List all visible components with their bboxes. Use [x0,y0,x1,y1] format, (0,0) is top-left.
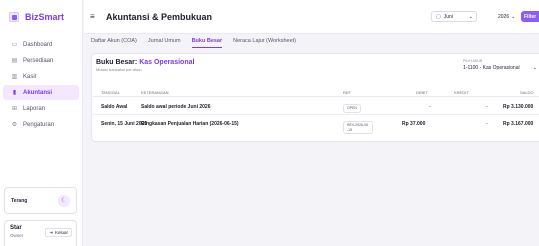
ledger-title: Buku Besar: Kas Operasional [96,59,194,66]
sidebar-item-persediaan[interactable]: ▤ Persediaan [3,53,79,68]
sidebar-item-label: Akuntansi [23,89,53,96]
row-credit: - [486,104,488,110]
column-header-debit: DEBIT [416,90,428,95]
chevron-down-icon: ⌄ [532,65,537,71]
ledger-title-prefix: Buku Besar: [96,59,138,66]
ref-badge: OPEN [343,104,361,113]
row-credit: - [486,121,488,127]
brand[interactable]: BizSmart [0,0,82,34]
table-row: Saldo Awal Saldo awal periode Juni 2026 … [93,98,539,115]
moon-icon[interactable]: ☾ [58,194,70,207]
year-select[interactable]: 2026 ⌄ [498,11,518,22]
user-card: Star Owner ⇥ Keluar [4,220,77,246]
sidebar-item-akuntansi[interactable]: ▮ Akuntansi [3,85,79,100]
sidebar-item-label: Kasir [23,73,37,80]
account-picker-label: PILIH AKUN [463,59,483,63]
row-debit: Rp 37.000 [402,121,426,127]
table-row: Senin, 15 Juni 2026 Ringkasan Penjualan … [93,116,539,136]
tab-journal[interactable]: Jurnal Umum [148,38,181,48]
sidebar-item-dashboard[interactable]: ▭ Dashboard [3,37,79,52]
theme-card: Terang ☾ [4,187,77,214]
ledger-account-name: Kas Operasional [139,59,195,66]
logout-button[interactable]: ⇥ Keluar [45,228,72,237]
sidebar-item-kasir[interactable]: ▥ Kasir [3,69,79,84]
month-value: Juni [443,13,453,20]
theme-label: Terang [11,197,28,204]
page-title: Akuntansi & Pembukuan [106,12,213,22]
logout-label: Keluar [54,230,68,235]
year-value: 2026 [498,13,510,20]
row-description: Ringkasan Penjualan Harian (2026-06-15) [141,121,239,127]
ref-badge: REV-2026-06-15 [343,121,373,134]
brand-name: BizSmart [25,12,65,22]
sidebar-item-label: Dashboard [23,41,53,48]
chart-icon: ⊞ [11,106,18,112]
calendar-icon: ▢ [436,13,441,20]
column-header-description: KETERANGAN [141,90,169,95]
logout-icon: ⇥ [49,229,53,235]
row-debit: - [429,104,431,110]
column-header-ref: REF [343,90,351,95]
dashboard-icon: ▭ [11,42,18,48]
ledger-card: Buku Besar: Kas Operasional Mutasi trans… [91,53,539,142]
sidebar: BizSmart ▭ Dashboard ▤ Persediaan ▥ Kasi… [0,0,83,246]
tab-bar: Daftar Akun (COA) Jurnal Umum Buku Besar… [91,34,296,48]
app-logo-icon [9,12,19,22]
chevron-down-icon: ⌄ [511,13,516,20]
row-balance: Rp 3.130.000 [503,104,534,110]
row-date: Saldo Awal [101,104,128,110]
sidebar-item-label: Pengaturan [23,121,55,128]
table-header: TANGGAL KETERANGAN REF DEBIT KREDIT SALD… [93,87,539,97]
topbar: ≡ Akuntansi & Pembukuan ▢ Juni ⌄ 2026 ⌄ … [84,0,539,34]
sidebar-nav: ▭ Dashboard ▤ Persediaan ▥ Kasir ▮ Akunt… [0,37,82,132]
sidebar-item-pengaturan[interactable]: ⚙ Pengaturan [3,117,79,132]
book-icon: ▮ [12,90,17,96]
menu-icon[interactable]: ≡ [90,13,98,21]
sidebar-item-laporan[interactable]: ⊞ Laporan [3,101,79,116]
tab-coa[interactable]: Daftar Akun (COA) [91,38,137,48]
account-picker-value: 1-1100 - Kas Operasional [463,65,520,71]
gear-icon: ⚙ [11,122,18,128]
ledger-subtitle: Mutasi transaksi per akun [96,67,142,72]
sidebar-item-label: Laporan [23,105,46,112]
column-header-date: TANGGAL [101,90,120,95]
chevron-down-icon: ⌄ [468,13,473,20]
cashier-icon: ▥ [11,74,18,80]
column-header-balance: SALDO [520,90,534,95]
sidebar-item-label: Persediaan [23,57,54,64]
account-picker-select[interactable]: 1-1100 - Kas Operasional ⌄ [460,64,539,72]
filter-button[interactable]: Filter [521,11,539,22]
column-header-credit: KREDIT [454,90,469,95]
boxes-icon: ▤ [11,58,18,64]
row-balance: Rp 3.167.000 [503,121,534,127]
row-description: Saldo awal periode Juni 2026 [141,104,211,110]
tab-worksheet[interactable]: Neraca Lajur (Worksheet) [233,38,296,48]
tab-ledger[interactable]: Buku Besar [191,38,223,48]
month-select[interactable]: ▢ Juni ⌄ [431,11,477,22]
